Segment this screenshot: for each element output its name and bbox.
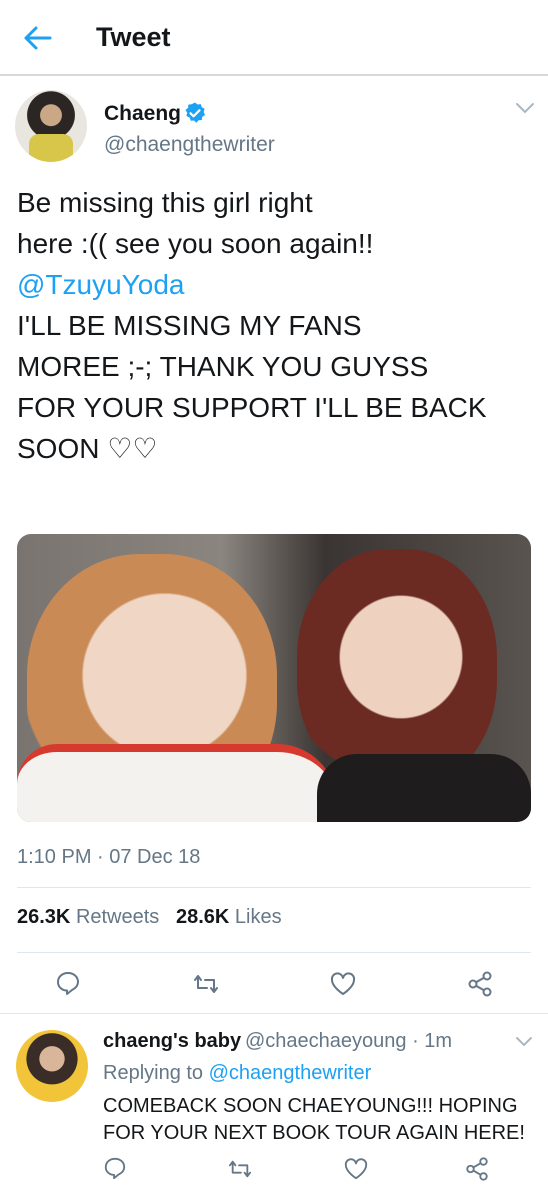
replying-to: Replying to @chaengthewriter xyxy=(103,1062,371,1085)
reply-line: COMEBACK SOON CHAEYOUNG!!! HOPING xyxy=(103,1095,518,1117)
share-icon[interactable] xyxy=(466,970,494,998)
chevron-down-icon[interactable] xyxy=(514,101,536,115)
reply-author-name[interactable]: chaeng's baby xyxy=(103,1030,241,1053)
like-icon[interactable] xyxy=(329,971,357,997)
tweet-line: FOR YOUR SUPPORT I'LL BE BACK xyxy=(17,392,487,423)
reply-author-handle[interactable]: @chaechaeyoung · 1m xyxy=(245,1030,452,1053)
tweet-photo[interactable] xyxy=(17,534,531,822)
mention-link[interactable]: @TzuyuYoda xyxy=(17,264,532,305)
tweet-line: I'LL BE MISSING MY FANS xyxy=(17,310,362,341)
author-handle[interactable]: @chaengthewriter xyxy=(104,133,275,157)
verified-badge-icon xyxy=(185,102,205,123)
author-avatar[interactable] xyxy=(15,90,87,162)
tweet-timestamp: 1:10 PM · 07 Dec 18 xyxy=(17,846,201,868)
reply-icon[interactable] xyxy=(103,1156,127,1180)
retweet-icon[interactable] xyxy=(191,972,221,996)
chevron-down-icon[interactable] xyxy=(514,1036,534,1048)
divider xyxy=(17,887,531,888)
page-title: Tweet xyxy=(96,22,171,52)
likes-label[interactable]: Likes xyxy=(235,906,282,928)
likes-count[interactable]: 28.6K xyxy=(176,906,229,928)
divider xyxy=(0,1013,548,1014)
retweets-count[interactable]: 26.3K xyxy=(17,906,70,928)
reply-author-avatar[interactable] xyxy=(16,1030,88,1102)
tweet-stats: 26.3K Retweets 28.6K Likes xyxy=(17,906,282,929)
top-bar: Tweet xyxy=(0,0,548,74)
author-name[interactable]: Chaeng xyxy=(104,102,181,126)
header-divider xyxy=(0,74,548,76)
back-arrow-icon[interactable] xyxy=(22,24,54,52)
tweet-line: Be missing this girl right xyxy=(17,187,313,218)
divider xyxy=(17,952,531,953)
retweets-label[interactable]: Retweets xyxy=(76,906,159,928)
reply-line: FOR YOUR NEXT BOOK TOUR AGAIN HERE! xyxy=(103,1122,525,1144)
reply-text: COMEBACK SOON CHAEYOUNG!!! HOPING FOR YO… xyxy=(103,1093,543,1147)
replying-to-handle[interactable]: @chaengthewriter xyxy=(209,1062,372,1084)
tweet-line: SOON ♡♡ xyxy=(17,433,158,464)
share-icon[interactable] xyxy=(464,1156,490,1182)
tweet-line: MOREE ;-; THANK YOU GUYSS xyxy=(17,351,429,382)
reply-icon[interactable] xyxy=(55,970,81,996)
like-icon[interactable] xyxy=(343,1157,369,1181)
replying-to-label: Replying to xyxy=(103,1062,209,1084)
tweet-line: here :(( see you soon again!! xyxy=(17,228,374,259)
retweet-icon[interactable] xyxy=(226,1158,254,1180)
tweet-text: Be missing this girl right here :(( see … xyxy=(17,182,532,469)
